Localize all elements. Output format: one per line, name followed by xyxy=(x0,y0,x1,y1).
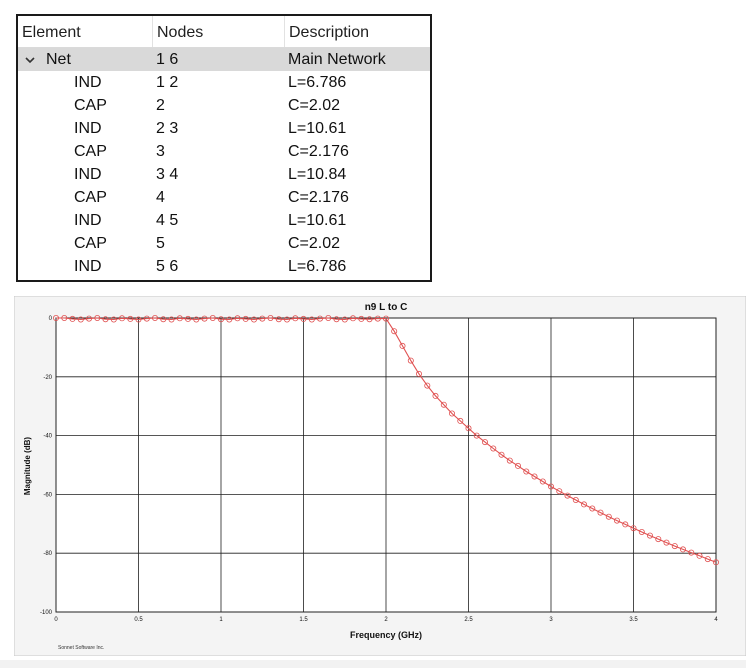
x-tick-label: 0.5 xyxy=(134,617,143,623)
software-credit: Sonnet Software Inc. xyxy=(58,645,104,651)
y-tick-label: -80 xyxy=(43,551,52,557)
netlist-tree-panel: Element Nodes Description Net 1 6 Main Net… xyxy=(16,14,432,282)
chevron-down-icon[interactable] xyxy=(24,54,36,66)
cell-nodes: 4 5 xyxy=(156,212,179,229)
cell-description: C=2.176 xyxy=(288,189,349,206)
cell-nodes: 3 xyxy=(156,143,165,160)
tree-row-net[interactable]: Net 1 6 Main Network xyxy=(18,48,430,71)
cell-description: C=2.02 xyxy=(288,97,341,114)
cell-element: IND xyxy=(74,166,102,183)
cell-element: CAP xyxy=(74,235,107,252)
cell-nodes: 4 xyxy=(156,189,165,206)
tree-row[interactable]: CAP 2 C=2.02 xyxy=(18,94,430,117)
cell-nodes: 2 xyxy=(156,97,165,114)
x-tick-label: 2.5 xyxy=(464,617,473,623)
cell-description: L=6.786 xyxy=(288,258,347,275)
x-tick-label: 3.5 xyxy=(629,617,638,623)
cell-description: C=2.02 xyxy=(288,235,341,252)
column-header-nodes[interactable]: Nodes xyxy=(152,16,284,47)
cell-nodes: 1 2 xyxy=(156,74,179,91)
cell-element: IND xyxy=(74,74,102,91)
cell-description: C=2.176 xyxy=(288,143,349,160)
cell-element: CAP xyxy=(74,97,107,114)
response-plot: 0 0.5 1 1.5 2 2.5 3 3.5 40-20-40-60-80-100 n9 L … xyxy=(14,296,746,656)
tree-row[interactable]: CAP 5 C=2.02 xyxy=(18,232,430,255)
y-tick-label: -100 xyxy=(40,610,53,616)
column-header-description[interactable]: Description xyxy=(284,16,430,47)
cell-nodes: 5 xyxy=(156,235,165,252)
tree-row[interactable]: IND 5 6 L=6.786 xyxy=(18,255,430,278)
cell-nodes: 5 6 xyxy=(156,258,179,275)
cell-nodes: 2 3 xyxy=(156,120,179,137)
plot-title: n9 L to C xyxy=(365,302,408,313)
cell-element: IND xyxy=(74,212,102,229)
cell-description: L=6.786 xyxy=(288,74,347,91)
x-axis-label: Frequency (GHz) xyxy=(350,630,422,640)
cell-description: L=10.61 xyxy=(288,120,347,137)
y-tick-label: -20 xyxy=(43,375,52,381)
tree-row[interactable]: IND 3 4 L=10.84 xyxy=(18,163,430,186)
cell-element: IND xyxy=(74,120,102,137)
y-axis-label: Magnitude (dB) xyxy=(23,437,32,496)
cell-element: IND xyxy=(74,258,102,275)
cell-description: L=10.61 xyxy=(288,212,347,229)
cell-element: CAP xyxy=(74,189,107,206)
cell-element: Net xyxy=(46,51,71,68)
tree-header: Element Nodes Description xyxy=(18,16,430,48)
cell-description: Main Network xyxy=(288,51,386,68)
tree-row[interactable]: CAP 3 C=2.176 xyxy=(18,140,430,163)
x-tick-label: 1.5 xyxy=(299,617,308,623)
column-header-element[interactable]: Element xyxy=(18,16,152,47)
cell-description: L=10.84 xyxy=(288,166,347,183)
cell-nodes: 1 6 xyxy=(156,51,179,68)
cell-nodes: 3 4 xyxy=(156,166,179,183)
tree-row[interactable]: CAP 4 C=2.176 xyxy=(18,186,430,209)
response-plot-panel: 0 0.5 1 1.5 2 2.5 3 3.5 4 0 -20 -40 -60 -80 -100 n9 L … xyxy=(14,296,746,656)
y-tick-label: -60 xyxy=(43,492,52,498)
tree-row[interactable]: IND 2 3 L=10.61 xyxy=(18,117,430,140)
y-tick-label: -40 xyxy=(43,434,52,440)
bottom-scroll-strip xyxy=(0,660,746,668)
cell-element: CAP xyxy=(74,143,107,160)
tree-row[interactable]: IND 1 2 L=6.786 xyxy=(18,71,430,94)
tree-row[interactable]: IND 4 5 L=10.61 xyxy=(18,209,430,232)
